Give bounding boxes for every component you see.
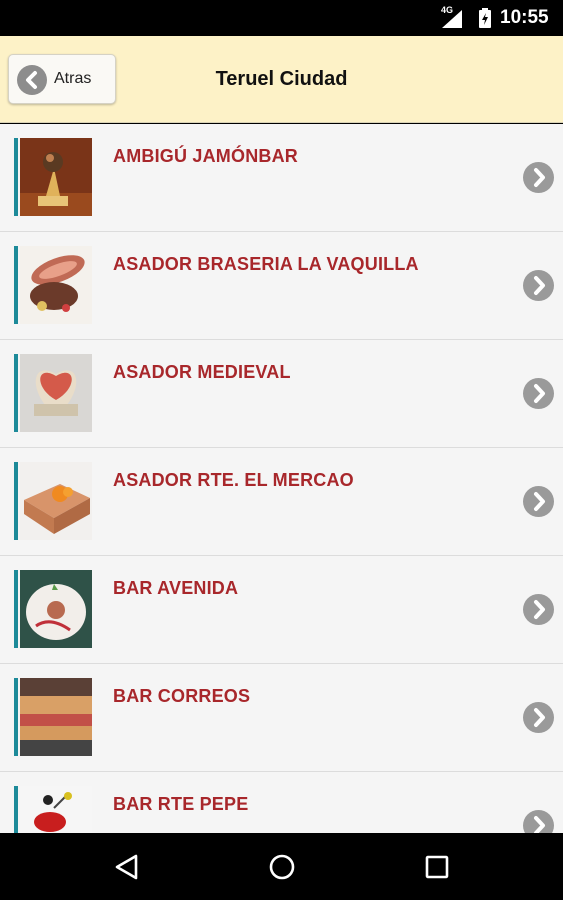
system-nav-bar (0, 833, 563, 900)
chevron-right-icon (523, 270, 554, 301)
chevron-right-icon (523, 162, 554, 193)
restaurant-name: ASADOR RTE. EL MERCAO (113, 470, 354, 490)
app-header: Atras Teruel Ciudad (0, 36, 563, 123)
signal-icon (442, 10, 462, 28)
restaurant-thumbnail (20, 462, 92, 540)
restaurant-name: BAR AVENIDA (113, 578, 239, 598)
restaurant-name: BAR CORREOS (113, 686, 251, 706)
restaurant-name: AMBIGÚ JAMÓNBAR (113, 146, 298, 166)
list-item[interactable]: BAR AVENIDA (0, 556, 563, 664)
restaurant-name: BAR RTE PEPE (113, 794, 249, 814)
restaurant-thumbnail (20, 138, 92, 216)
list-item[interactable]: BAR CORREOS (0, 664, 563, 772)
list-item[interactable]: ASADOR BRASERIA LA VAQUILLA (0, 232, 563, 340)
chevron-right-icon (523, 378, 554, 409)
back-triangle-icon[interactable] (110, 850, 144, 884)
row-accent-bar (14, 678, 18, 756)
chevron-right-icon (523, 486, 554, 517)
chevron-right-icon (523, 702, 554, 733)
chevron-right-icon (523, 594, 554, 625)
chevron-right-icon (523, 810, 554, 833)
clock: 10:55 (500, 7, 549, 28)
list-item[interactable]: BAR RTE PEPE (0, 772, 563, 833)
row-accent-bar (14, 462, 18, 540)
row-accent-bar (14, 354, 18, 432)
list-item[interactable]: AMBIGÚ JAMÓNBAR (0, 124, 563, 232)
restaurant-thumbnail (20, 786, 92, 833)
row-accent-bar (14, 138, 18, 216)
restaurant-thumbnail (20, 570, 92, 648)
list-item[interactable]: ASADOR MEDIEVAL (0, 340, 563, 448)
row-accent-bar (14, 246, 18, 324)
row-accent-bar (14, 786, 18, 833)
page-title: Teruel Ciudad (215, 68, 348, 90)
restaurant-name: ASADOR MEDIEVAL (113, 362, 291, 382)
row-accent-bar (14, 570, 18, 648)
restaurant-list: AMBIGÚ JAMÓNBAR ASADOR BRASERIA LA VAQUI… (0, 124, 563, 833)
status-bar: 4G 10:55 (0, 0, 563, 36)
battery-charging-icon (479, 8, 491, 28)
restaurant-thumbnail (20, 678, 92, 756)
home-circle-icon[interactable] (265, 850, 299, 884)
restaurant-thumbnail (20, 354, 92, 432)
recents-square-icon[interactable] (420, 850, 454, 884)
restaurant-name: ASADOR BRASERIA LA VAQUILLA (113, 254, 419, 274)
restaurant-thumbnail (20, 246, 92, 324)
list-item[interactable]: ASADOR RTE. EL MERCAO (0, 448, 563, 556)
